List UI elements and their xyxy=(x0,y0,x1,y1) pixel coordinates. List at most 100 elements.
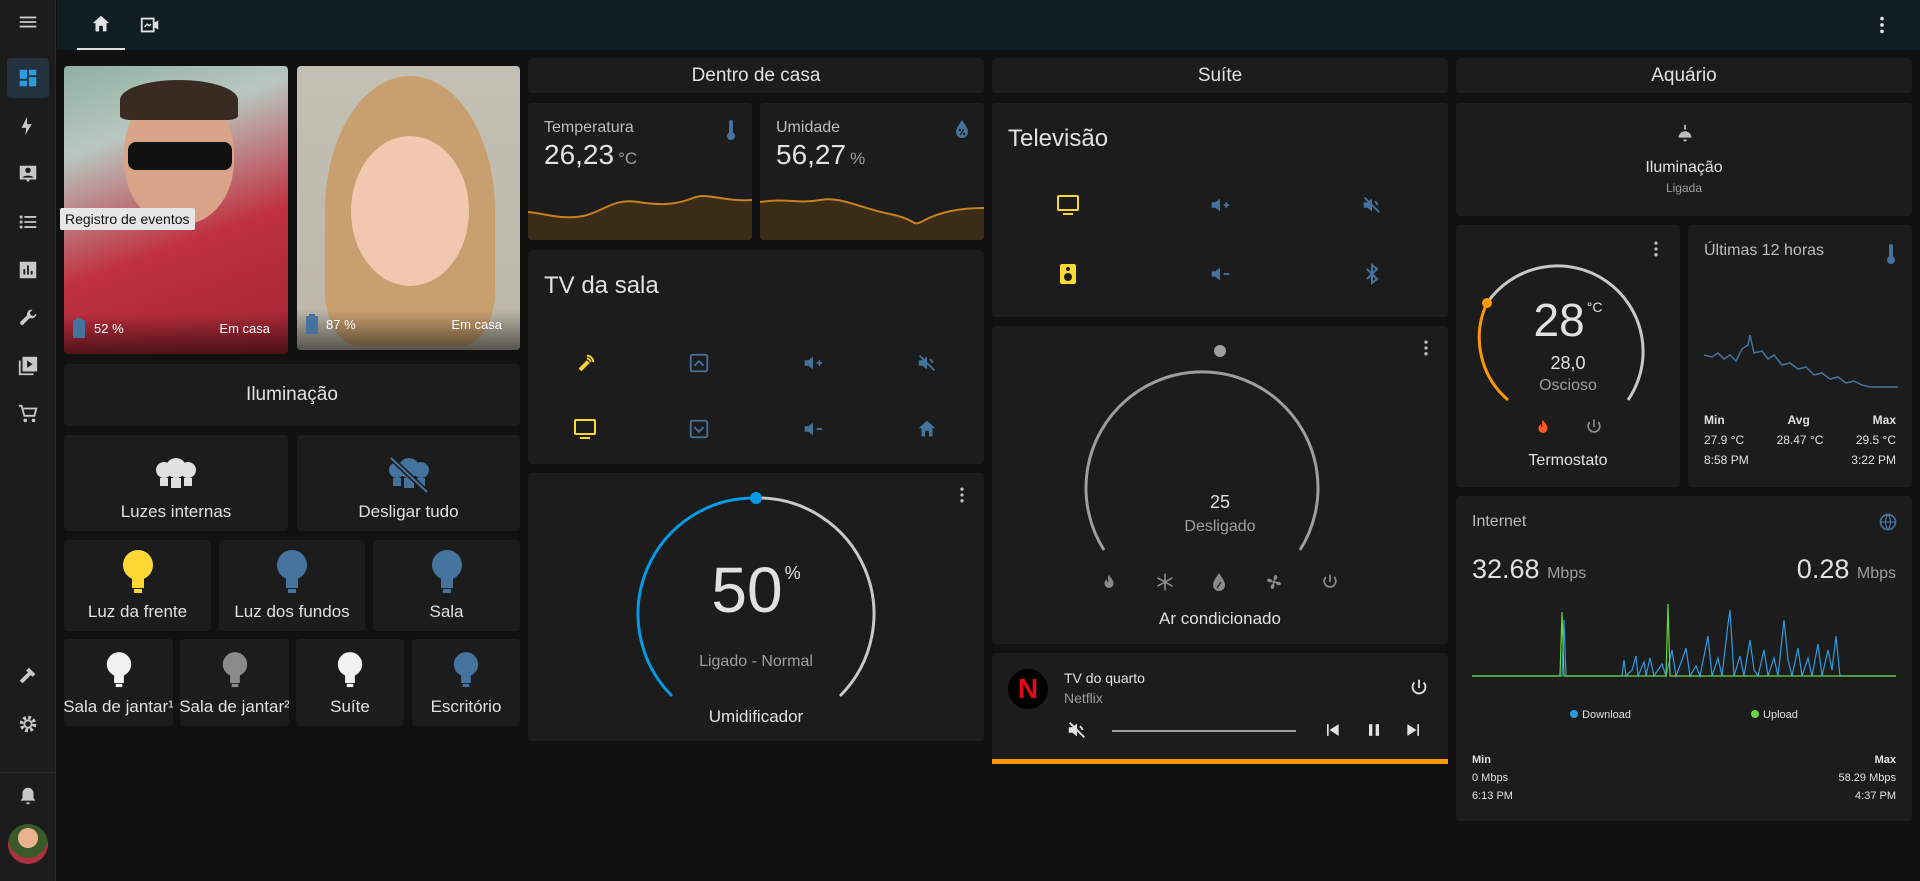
lightbulb-icon xyxy=(337,652,363,688)
suite-tv-card: Televisão xyxy=(992,103,1448,317)
suite-tv-title: Televisão xyxy=(1008,125,1109,152)
suite-tv-power-button[interactable] xyxy=(992,171,1144,240)
lightbulb-icon xyxy=(453,652,479,688)
suite-tv-mute-button[interactable] xyxy=(1296,171,1448,240)
sidebar-item-overview[interactable] xyxy=(7,58,49,98)
humidifier-card[interactable]: 50% Ligado - Normal Umidificador xyxy=(528,473,984,741)
tv-sala-volume-down-button[interactable] xyxy=(756,396,870,462)
media-player-card: N TV do quarto Netflix xyxy=(992,653,1448,764)
tile-luzes-internas[interactable]: Luzes internas xyxy=(64,435,288,531)
tile-desligar-tudo[interactable]: Desligar tudo xyxy=(297,435,520,531)
fan-icon[interactable] xyxy=(1264,572,1284,592)
sidebar-item-media[interactable] xyxy=(7,346,49,386)
internet-min-time: 6:13 PM xyxy=(1472,790,1513,802)
suite-tv-bluetooth-button[interactable] xyxy=(1296,240,1448,309)
thermostat-card[interactable]: 28 °C 28,0 Oscioso Termostato xyxy=(1456,225,1680,487)
play-box-multiple-icon xyxy=(18,356,38,376)
ceiling-light-icon xyxy=(1678,124,1692,142)
ac-dial[interactable] xyxy=(992,326,1448,644)
tile-luz-dos-fundos[interactable]: Luz dos fundos xyxy=(219,540,365,631)
snowflake-icon[interactable] xyxy=(1155,572,1175,592)
humidifier-value: 50% xyxy=(711,554,801,626)
internet-min-label: Min xyxy=(1472,754,1491,766)
lightbulb-group-icon xyxy=(156,458,196,488)
sensor-value: 56,27% xyxy=(776,139,866,170)
sidebar-item-history[interactable] xyxy=(7,250,49,290)
tv-sala-title: TV da sala xyxy=(544,272,659,299)
humidifier-handle[interactable] xyxy=(750,492,762,504)
bluetooth-icon xyxy=(1366,262,1379,285)
sidebar-item-shopping[interactable] xyxy=(7,394,49,434)
history-max-time: 3:22 PM xyxy=(1851,453,1896,467)
internet-card[interactable]: Internet 32.68 Mbps 0.28 Mbps Download U… xyxy=(1456,496,1912,821)
tv-sala-volume-up-button[interactable] xyxy=(756,330,870,396)
sensor-humidity-card[interactable]: Umidade 56,27% xyxy=(760,103,984,240)
sidebar-item-developer-tools[interactable] xyxy=(7,656,49,696)
aquario-light-card[interactable]: Iluminação Ligada xyxy=(1456,103,1912,216)
tv-sala-down-button[interactable] xyxy=(642,396,756,462)
tv-sala-home-button[interactable] xyxy=(870,396,984,462)
water-percent-icon[interactable] xyxy=(1211,572,1227,592)
volume-off-icon[interactable] xyxy=(1066,719,1088,741)
dots-vertical-icon xyxy=(1880,16,1884,34)
tile-sala-de-jantar-2[interactable]: Sala de jantar² xyxy=(180,639,289,726)
humidifier-name: Umidificador xyxy=(708,707,804,726)
suite-tv-volume-up-button[interactable] xyxy=(1144,171,1296,240)
aquario-title: Aquário xyxy=(1651,64,1717,86)
sidebar-item-settings[interactable] xyxy=(7,704,49,744)
history-avg-value: 28.47 °C xyxy=(1776,433,1824,447)
ac-card[interactable]: 25 Desligado Ar condicionado xyxy=(992,326,1448,644)
history-title: Últimas 12 horas xyxy=(1704,242,1825,259)
volume-slider[interactable] xyxy=(1112,730,1296,732)
speaker-icon xyxy=(1060,263,1076,284)
tv-sala-up-button[interactable] xyxy=(642,330,756,396)
notifications-button[interactable] xyxy=(7,776,49,816)
fire-icon[interactable] xyxy=(1100,572,1118,592)
tile-sala[interactable]: Sala xyxy=(373,540,520,631)
avatar[interactable] xyxy=(8,824,48,864)
sensor-temperature-card[interactable]: Temperatura 26,23 °C xyxy=(528,103,752,240)
tile-label: Desligar tudo xyxy=(358,502,459,521)
tile-suite[interactable]: Suíte xyxy=(296,639,404,726)
suite-tv-speaker-button[interactable] xyxy=(992,240,1144,309)
power-icon[interactable] xyxy=(1320,572,1340,592)
sidebar-item-logbook[interactable] xyxy=(7,202,49,242)
power-icon[interactable] xyxy=(1408,677,1430,699)
cctv-icon xyxy=(140,17,159,33)
legend-download: Download xyxy=(1570,709,1631,721)
media-title: TV do quarto xyxy=(1064,670,1145,686)
humidifier-state: Ligado - Normal xyxy=(699,653,813,670)
sidebar xyxy=(0,0,56,881)
chevron-up-box-icon xyxy=(689,353,709,373)
sidebar-item-hacs[interactable] xyxy=(7,298,49,338)
skip-previous-icon[interactable] xyxy=(1322,720,1342,740)
pause-icon[interactable] xyxy=(1364,720,1384,740)
ac-handle[interactable] xyxy=(1214,345,1226,357)
sidebar-item-map[interactable] xyxy=(7,154,49,194)
tile-escritorio[interactable]: Escritório xyxy=(412,639,520,726)
skip-next-icon[interactable] xyxy=(1404,720,1424,740)
tab-home[interactable] xyxy=(77,0,125,50)
sidebar-item-energy[interactable] xyxy=(7,106,49,146)
media-app: Netflix xyxy=(1064,690,1103,706)
fire-icon[interactable] xyxy=(1534,417,1552,437)
bell-icon xyxy=(20,787,36,805)
satellite-icon xyxy=(578,354,595,372)
tile-label: Luzes internas xyxy=(120,502,232,521)
tab-cameras[interactable] xyxy=(125,0,175,50)
tv-sala-mute-button[interactable] xyxy=(870,330,984,396)
netflix-logo: N xyxy=(1008,669,1048,709)
suite-title-card: Suíte xyxy=(992,58,1448,93)
tile-luz-da-frente[interactable]: Luz da frente xyxy=(64,540,211,631)
sidebar-divider xyxy=(0,772,56,773)
person-card-2[interactable]: 87 % Em casa xyxy=(297,66,520,350)
overflow-menu-button[interactable] xyxy=(1857,0,1907,50)
tv-sala-cast-button[interactable] xyxy=(528,330,642,396)
tile-sala-de-jantar-1[interactable]: Sala de jantar¹ xyxy=(64,639,173,726)
tv-sala-power-button[interactable] xyxy=(528,396,642,462)
person-status: Em casa xyxy=(219,321,270,336)
power-icon[interactable] xyxy=(1584,417,1604,437)
menu-button[interactable] xyxy=(7,2,49,42)
history-card[interactable]: Últimas 12 horas Min Avg Max 27.9 °C 28.… xyxy=(1688,225,1912,487)
suite-tv-volume-down-button[interactable] xyxy=(1144,240,1296,309)
